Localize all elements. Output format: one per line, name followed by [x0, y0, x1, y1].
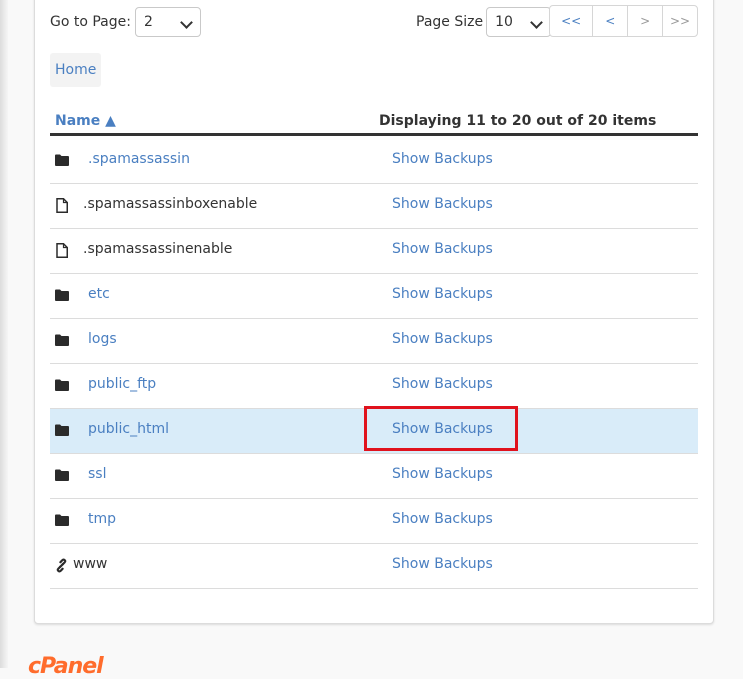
go-to-page-control: Go to Page: 2 [50, 7, 201, 37]
cpanel-logo: cPanel [28, 654, 104, 679]
show-backups-link[interactable]: Show Backups [392, 466, 493, 482]
table-row: .spamassassinboxenable Show Backups [50, 184, 698, 229]
table-row: ssl Show Backups [50, 454, 698, 499]
displaying-items-count: Displaying 11 to 20 out of 20 items [379, 113, 657, 129]
folder-name-link[interactable]: ssl [88, 466, 106, 482]
page-size-control: Page Size 10 [416, 7, 552, 37]
table-row: .spamassassin Show Backups [50, 139, 698, 184]
show-backups-link[interactable]: Show Backups [392, 556, 493, 572]
breadcrumb: Home [50, 53, 102, 87]
file-icon [56, 198, 70, 213]
folder-name-link[interactable]: .spamassassin [88, 151, 190, 167]
table-row: public_ftp Show Backups [50, 364, 698, 409]
folder-name-link[interactable]: public_html [88, 421, 169, 437]
table-row: tmp Show Backups [50, 499, 698, 544]
folder-icon [55, 514, 69, 528]
file-name: .spamassassinenable [83, 241, 233, 257]
sort-by-name-header[interactable]: Name ▲ [55, 113, 116, 129]
show-backups-link[interactable]: Show Backups [392, 151, 493, 167]
file-name: www [73, 556, 108, 572]
table-row: logs Show Backups [50, 319, 698, 364]
table-row: public_html Show Backups [50, 409, 698, 454]
next-page-button[interactable]: > [627, 6, 662, 36]
chevron-down-icon [530, 16, 543, 29]
page-size-select[interactable]: 10 [486, 7, 552, 37]
go-to-page-label: Go to Page: [50, 14, 131, 30]
link-icon [54, 558, 68, 573]
folder-icon [55, 424, 69, 438]
table-row: www Show Backups [50, 544, 698, 589]
show-backups-link[interactable]: Show Backups [392, 196, 493, 212]
page-size-value: 10 [495, 14, 513, 30]
table-header: Name ▲ Displaying 11 to 20 out of 20 ite… [50, 110, 698, 136]
folder-name-link[interactable]: etc [88, 286, 110, 302]
folder-icon [55, 469, 69, 483]
table-row: etc Show Backups [50, 274, 698, 319]
go-to-page-value: 2 [143, 14, 153, 30]
page-left-edge [0, 0, 8, 668]
show-backups-link[interactable]: Show Backups [392, 376, 493, 392]
show-backups-link[interactable]: Show Backups [392, 421, 493, 437]
folder-name-link[interactable]: logs [88, 331, 117, 347]
chevron-down-icon [180, 16, 193, 29]
file-list: .spamassassin Show Backups .spamassassinbo… [50, 139, 698, 589]
show-backups-link[interactable]: Show Backups [392, 331, 493, 347]
folder-name-link[interactable]: tmp [88, 511, 116, 527]
breadcrumb-home-link[interactable]: Home [55, 62, 96, 78]
show-backups-link[interactable]: Show Backups [392, 241, 493, 257]
folder-icon [55, 154, 69, 168]
go-to-page-select[interactable]: 2 [134, 7, 201, 37]
folder-name-link[interactable]: public_ftp [88, 376, 156, 392]
show-backups-link[interactable]: Show Backups [392, 511, 493, 527]
last-page-button[interactable]: >> [662, 6, 697, 36]
show-backups-link[interactable]: Show Backups [392, 286, 493, 302]
table-row: .spamassassinenable Show Backups [50, 229, 698, 274]
folder-icon [55, 289, 69, 303]
folder-icon [55, 334, 69, 348]
previous-page-button[interactable]: < [592, 6, 627, 36]
folder-icon [55, 379, 69, 393]
page-size-label: Page Size [416, 14, 484, 30]
pagination-buttons: << < > >> [549, 5, 698, 37]
file-name: .spamassassinboxenable [83, 196, 258, 212]
file-icon [56, 243, 70, 258]
first-page-button[interactable]: << [550, 6, 592, 36]
